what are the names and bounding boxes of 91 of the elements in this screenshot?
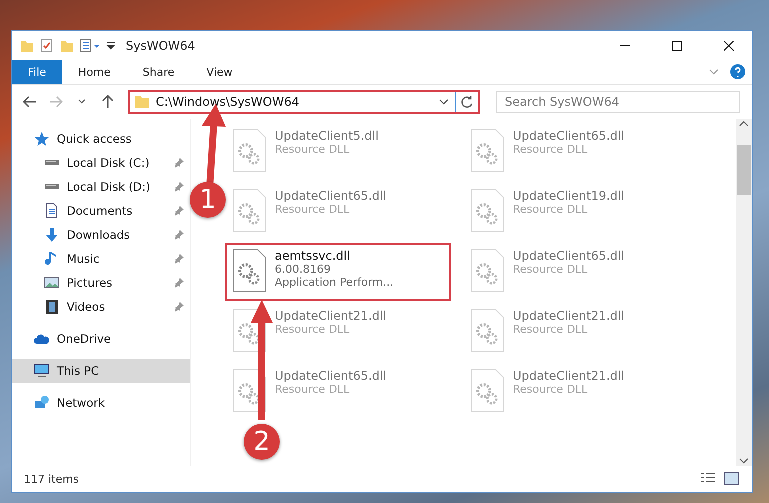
file-name: UpdateClient21.dll	[275, 309, 387, 323]
back-arrow-icon	[23, 96, 37, 108]
sidebar-item[interactable]: OneDrive	[12, 327, 190, 351]
file-detail: Resource DLL	[513, 143, 589, 156]
file-item[interactable]: UpdateClient5.dll Resource DLL	[225, 123, 451, 181]
file-item[interactable]: UpdateClient65.dll Resource DLL	[463, 123, 689, 181]
file-detail: Resource DLL	[513, 383, 589, 396]
sidebar-item[interactable]: This PC	[12, 359, 190, 383]
ribbon-tab[interactable]: View	[190, 60, 249, 84]
ribbon-tab[interactable]: Home	[62, 60, 127, 84]
file-item[interactable]: UpdateClient21.dll Resource DLL	[463, 363, 689, 421]
pin-icon[interactable]	[174, 278, 184, 288]
file-detail: Resource DLL	[275, 203, 351, 216]
sidebar-item[interactable]: Local Disk (C:)	[12, 151, 190, 175]
address-bar[interactable]: C:\Windows\SysWOW64	[128, 90, 480, 114]
network-icon	[34, 395, 50, 411]
file-name: UpdateClient5.dll	[275, 129, 379, 143]
large-icons-view-icon[interactable]	[724, 472, 740, 486]
ribbon-tab[interactable]: Share	[126, 60, 191, 84]
search-field[interactable]: Search SysWOW64	[496, 91, 740, 113]
file-item[interactable]: aemtssvc.dll 6.00.8169 Application Perform...	[225, 243, 451, 301]
sidebar-item[interactable]: Videos	[12, 295, 190, 319]
folder-icon	[134, 95, 150, 109]
close-icon	[724, 40, 734, 50]
pin-icon[interactable]	[174, 206, 184, 216]
chevron-down-icon[interactable]	[439, 99, 449, 105]
gear-file-icon	[233, 369, 267, 413]
folder-icon	[20, 38, 34, 52]
file-detail: Resource DLL	[275, 323, 351, 336]
file-detail: Resource DLL	[513, 323, 589, 336]
up-arrow-icon	[102, 95, 114, 109]
star-icon	[34, 131, 50, 147]
checklist-icon[interactable]	[40, 38, 54, 52]
sidebar-item[interactable]: Pictures	[12, 271, 190, 295]
gear-file-icon	[233, 129, 267, 173]
pin-icon[interactable]	[174, 230, 184, 240]
file-name: UpdateClient65.dll	[513, 249, 625, 263]
picture-icon	[44, 275, 60, 291]
pin-icon[interactable]	[174, 302, 184, 312]
monitor-icon	[34, 363, 50, 379]
file-name: UpdateClient65.dll	[275, 189, 387, 203]
file-detail: Resource DLL	[275, 383, 351, 396]
download-icon	[44, 227, 60, 243]
file-name: aemtssvc.dll	[275, 249, 352, 263]
item-count: 117 items	[24, 472, 80, 486]
file-item[interactable]: UpdateClient19.dll Resource DLL	[463, 183, 689, 241]
file-name: UpdateClient21.dll	[513, 309, 625, 323]
sidebar-item[interactable]: Network	[12, 391, 190, 415]
sidebar-item[interactable]: Downloads	[12, 223, 190, 247]
file-item[interactable]: UpdateClient65.dll Resource DLL	[225, 183, 451, 241]
gear-file-icon	[471, 189, 505, 233]
document-icon	[44, 203, 60, 219]
pin-icon[interactable]	[174, 254, 184, 264]
file-name: UpdateClient65.dll	[513, 129, 625, 143]
file-detail: Resource DLL	[275, 143, 351, 156]
scrollbar[interactable]	[736, 119, 752, 466]
pin-icon[interactable]	[174, 182, 184, 192]
scroll-down-icon[interactable]	[739, 456, 749, 466]
sidebar-item[interactable]: Quick access	[12, 127, 190, 151]
sidebar-item[interactable]: Music	[12, 247, 190, 271]
maximize-icon	[672, 40, 682, 50]
file-name: UpdateClient19.dll	[513, 189, 625, 203]
file-item[interactable]: UpdateClient65.dll Resource DLL	[463, 243, 689, 301]
chevron-down-icon	[78, 99, 86, 105]
gear-file-icon	[471, 369, 505, 413]
file-detail: Application Perform...	[275, 276, 394, 289]
file-item[interactable]: UpdateClient21.dll Resource DLL	[463, 303, 689, 361]
sidebar-item[interactable]: Local Disk (D:)	[12, 175, 190, 199]
gear-file-icon	[233, 189, 267, 233]
address-path: C:\Windows\SysWOW64	[156, 95, 300, 109]
file-name: UpdateClient21.dll	[513, 369, 625, 383]
file-detail: Resource DLL	[513, 203, 589, 216]
window-title: SysWOW64	[126, 38, 196, 52]
file-detail: 6.00.8169	[275, 263, 332, 276]
film-icon	[44, 299, 60, 315]
pin-icon[interactable]	[174, 158, 184, 168]
scrollbar-thumb[interactable]	[737, 145, 751, 195]
ribbon-tab[interactable]: File	[12, 60, 62, 84]
sidebar-item[interactable]: Documents	[12, 199, 190, 223]
gear-file-icon	[233, 249, 267, 293]
drive-icon	[44, 184, 60, 190]
forward-arrow-icon	[49, 96, 63, 108]
file-name: UpdateClient65.dll	[275, 369, 387, 383]
gear-file-icon	[471, 129, 505, 173]
scroll-up-icon[interactable]	[739, 119, 749, 129]
file-detail: Resource DLL	[513, 263, 589, 276]
file-item[interactable]: UpdateClient65.dll Resource DLL	[225, 363, 451, 421]
gear-file-icon	[471, 309, 505, 353]
drive-icon	[44, 160, 60, 166]
gear-file-icon	[471, 249, 505, 293]
properties-icon[interactable]	[80, 38, 100, 52]
